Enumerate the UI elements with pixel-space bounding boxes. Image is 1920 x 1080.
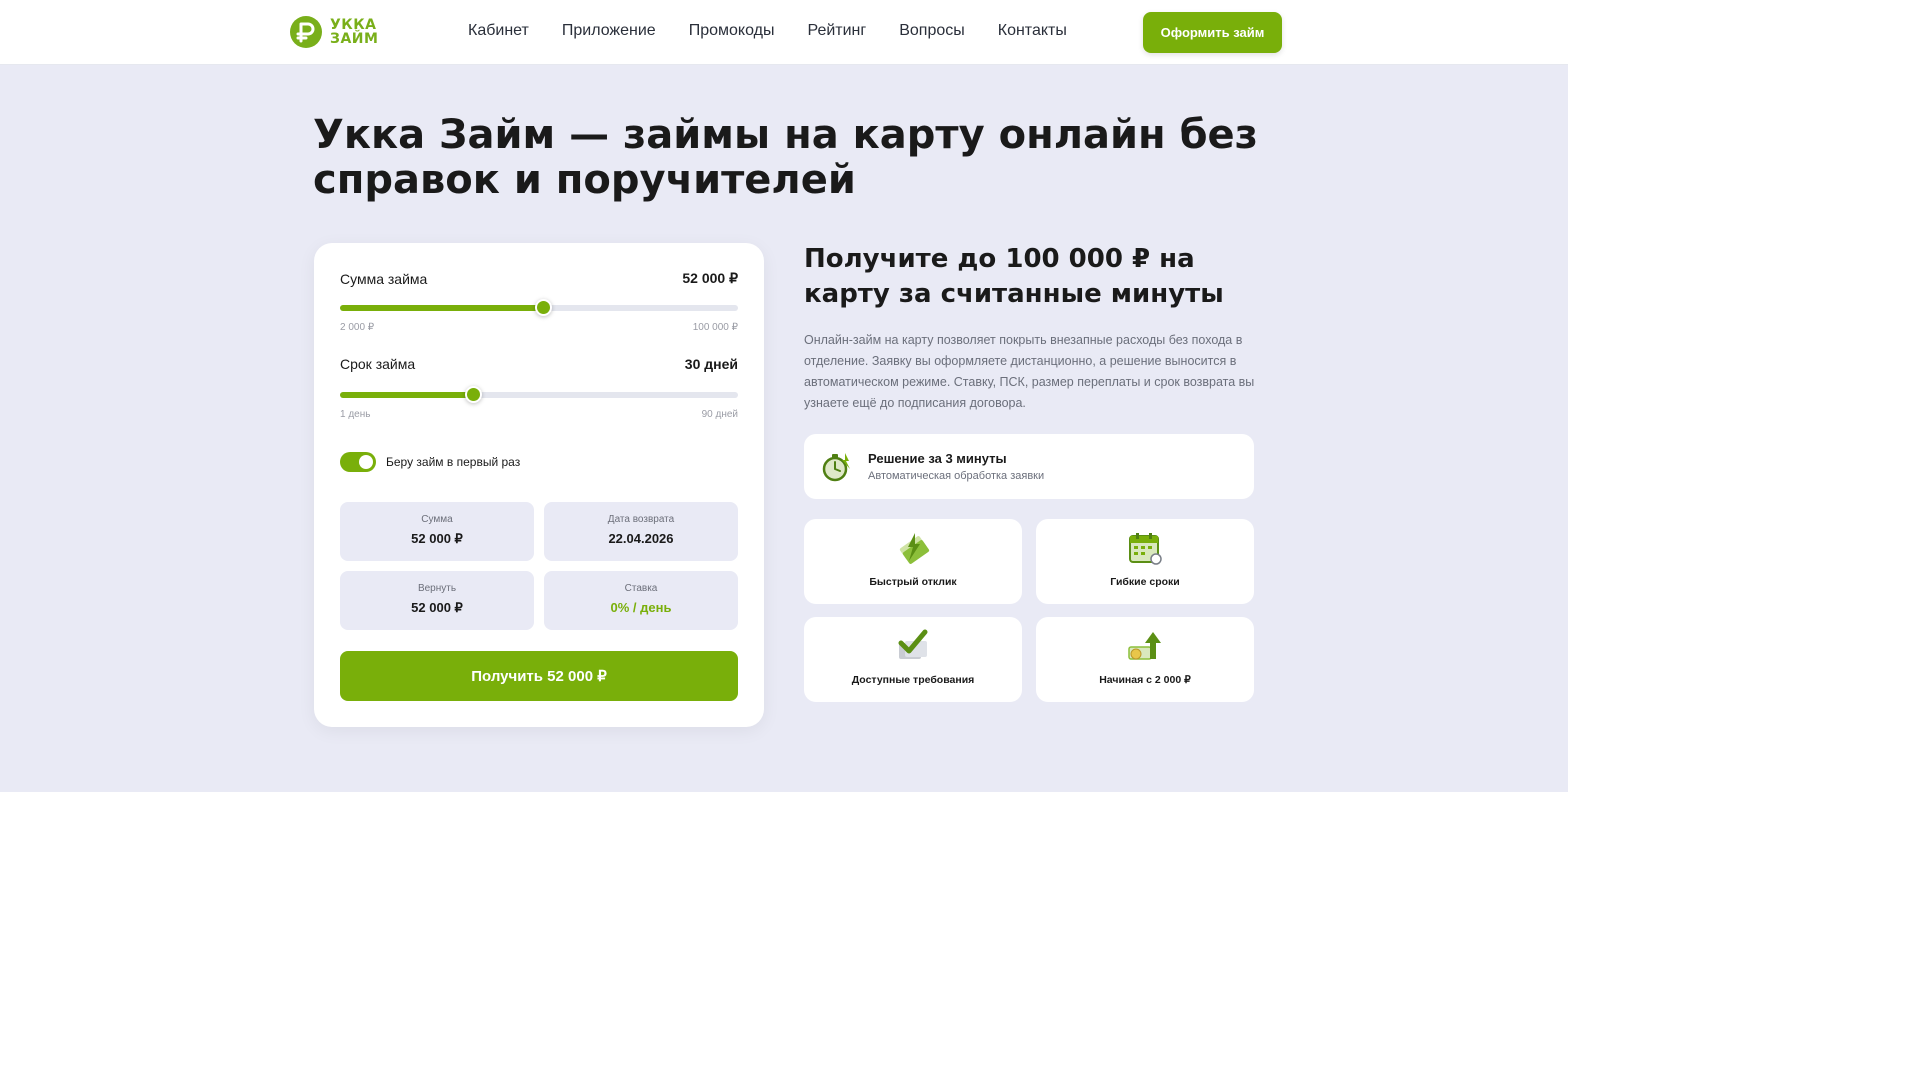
feature-main-subtitle: Автоматическая обработка заявки (868, 470, 1045, 482)
feature-label: Доступные требования (851, 674, 975, 686)
lightning-icon (899, 533, 930, 564)
info-description: Онлайн-займ на карту позволяет покрыть в… (804, 333, 1255, 410)
amount-range: 2 000 ₽ 100 000 ₽ (340, 322, 738, 333)
nav-link-cabinet[interactable]: Кабинет (468, 22, 529, 40)
feature-decision-card: Решение за 3 минуты Автоматическая обраб… (804, 434, 1254, 499)
first-time-toggle[interactable] (340, 452, 376, 472)
amount-min-label: 2 000 ₽ (340, 322, 375, 333)
nav-link-promocodes[interactable]: Промокоды (689, 22, 775, 40)
info-title: Получите до 100 000 ₽ на карту за считан… (804, 244, 1224, 309)
term-label: Срок займа (340, 356, 416, 372)
amount-slider-fill (340, 305, 543, 311)
main-nav: Кабинет Приложение Промокоды Рейтинг Воп… (468, 22, 1067, 40)
stat-label: Сумма (421, 514, 453, 525)
feature-label: Быстрый отклик (869, 576, 957, 588)
term-value: 30 дней (684, 356, 738, 372)
stat-rate: Ставка 0% / день (544, 571, 738, 630)
amount-slider-handle[interactable] (534, 299, 552, 316)
nav-link-app[interactable]: Приложение (562, 22, 656, 40)
term-slider-handle[interactable] (464, 386, 482, 403)
term-range: 1 день 90 дней (340, 409, 738, 420)
stat-return-date: Дата возврата 22.04.2026 (544, 502, 738, 561)
toggle-knob (359, 455, 373, 469)
amount-max-label: 100 000 ₽ (692, 322, 738, 333)
calendar-icon (1129, 533, 1162, 565)
stat-value: 22.04.2026 (608, 531, 674, 546)
feature-tile-min-amount: Начиная с 2 000 ₽ (1036, 617, 1254, 702)
amount-row: Сумма займа 52 000 ₽ (340, 270, 738, 287)
feature-main-title: Решение за 3 минуты (868, 451, 1007, 466)
stat-value: 52 000 ₽ (411, 600, 463, 615)
money-growth-icon (1128, 632, 1161, 660)
apply-loan-button[interactable]: Оформить займ (1143, 12, 1282, 53)
get-loan-button[interactable]: Получить 52 000 ₽ (340, 651, 738, 701)
stat-value: 0% / день (610, 600, 672, 615)
stopwatch-icon (822, 452, 850, 481)
site-header: УККА ЗАЙМ Кабинет Приложение Промокоды Р… (0, 0, 1568, 65)
stat-label: Дата возврата (607, 514, 675, 525)
feature-label: Начиная с 2 000 ₽ (1099, 674, 1191, 686)
nav-link-faq[interactable]: Вопросы (899, 22, 965, 40)
nav-link-rating[interactable]: Рейтинг (807, 22, 866, 40)
stat-value: 52 000 ₽ (411, 531, 463, 546)
feature-tile-requirements: Доступные требования (804, 617, 1022, 702)
amount-value: 52 000 ₽ (682, 270, 738, 286)
ruble-logo-icon (290, 16, 322, 48)
first-time-row: Беру займ в первый раз (340, 452, 520, 472)
amount-slider[interactable] (340, 299, 738, 316)
term-max-label: 90 дней (701, 409, 738, 420)
logo[interactable]: УККА ЗАЙМ (288, 14, 378, 50)
page-title: Укка Займ — займы на карту онлайн без сп… (313, 112, 1258, 203)
nav-link-contacts[interactable]: Контакты (998, 22, 1067, 40)
below-hero-area (0, 792, 1568, 882)
stat-amount: Сумма 52 000 ₽ (340, 502, 534, 561)
amount-label: Сумма займа (340, 270, 428, 287)
feature-label: Гибкие сроки (1110, 576, 1180, 588)
term-slider-fill (340, 392, 473, 398)
loan-calculator: Сумма займа 52 000 ₽ 2 000 ₽ 100 000 ₽ С… (314, 243, 764, 727)
stat-repay: Вернуть 52 000 ₽ (340, 571, 534, 630)
term-row: Срок займа 30 дней (340, 356, 738, 372)
feature-tile-flexible: Гибкие сроки (1036, 519, 1254, 604)
feature-tile-fast: Быстрый отклик (804, 519, 1022, 604)
stat-label: Ставка (624, 583, 658, 594)
stat-label: Вернуть (417, 583, 457, 594)
term-min-label: 1 день (340, 409, 371, 420)
logo-text-line1: УККА (330, 17, 377, 33)
logo-text-line2: ЗАЙМ (330, 31, 379, 47)
term-slider[interactable] (340, 386, 738, 403)
first-time-label: Беру займ в первый раз (386, 455, 521, 469)
hero-section: Укка Займ — займы на карту онлайн без сп… (0, 65, 1568, 792)
checkmark-docs-icon (898, 629, 928, 659)
